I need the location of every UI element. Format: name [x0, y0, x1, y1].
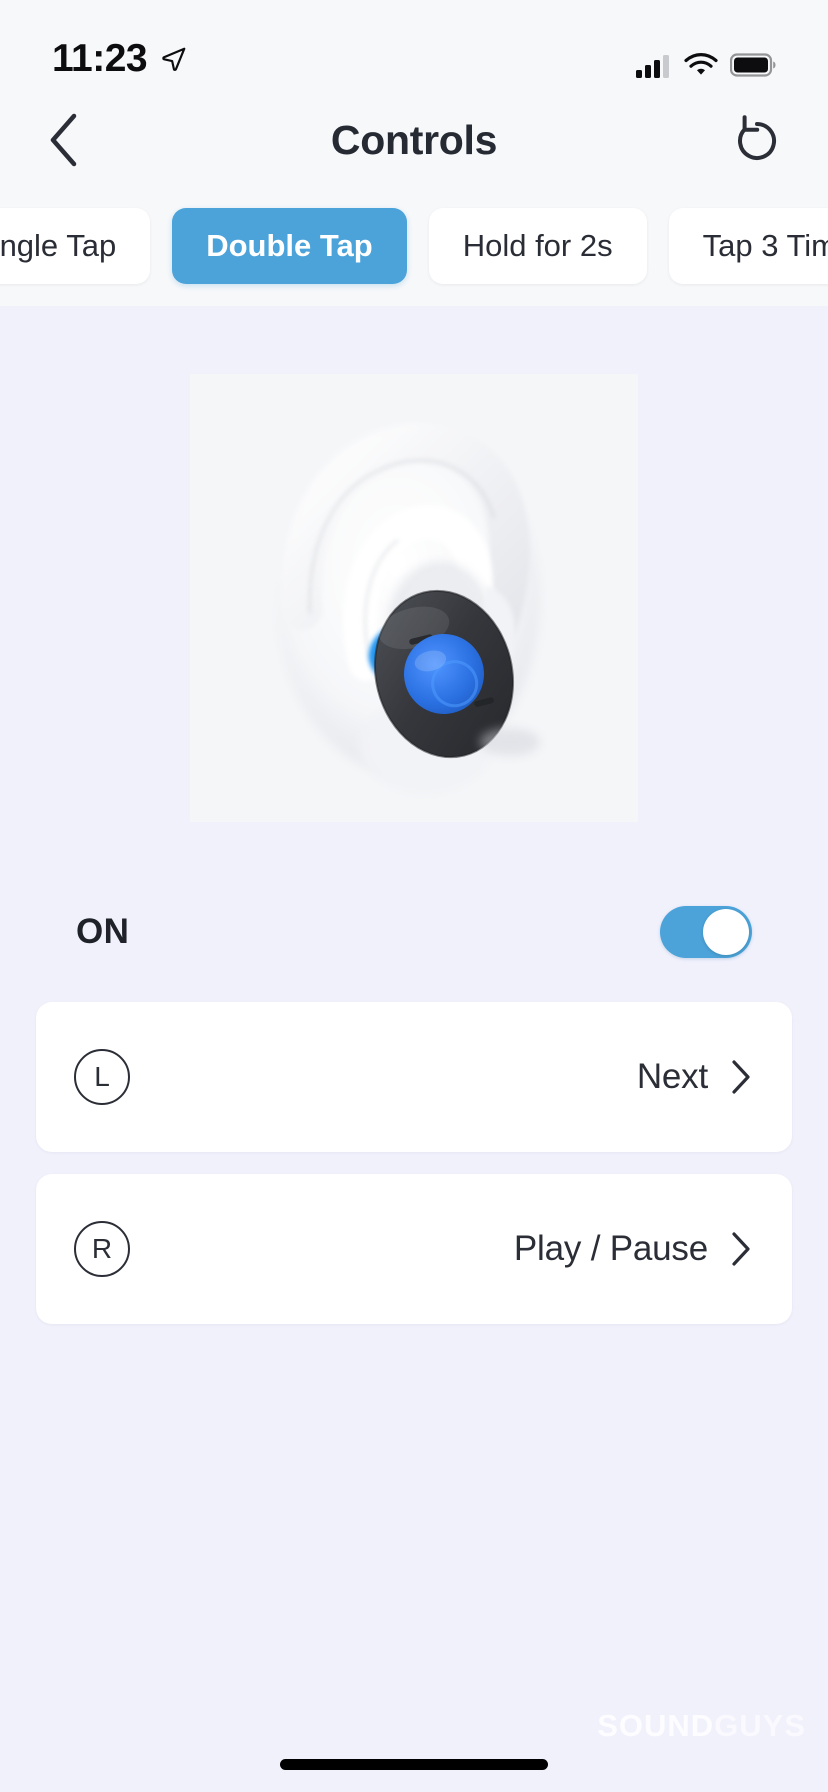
assignment-list: L Next R Play / Pause — [0, 1002, 828, 1346]
battery-full-icon — [730, 53, 776, 77]
home-indicator[interactable] — [280, 1759, 548, 1770]
assignment-row-left[interactable]: L Next — [36, 1002, 792, 1152]
gesture-tabs: Single Tap Double Tap Hold for 2s Tap 3 … — [0, 208, 828, 284]
power-toggle[interactable] — [660, 906, 752, 958]
right-earbud-badge: R — [74, 1221, 130, 1277]
left-action-value: Next — [636, 1057, 708, 1096]
navigation-header: Controls — [0, 92, 828, 188]
right-earbud-label: R — [91, 1233, 113, 1264]
tab-label: Single Tap — [0, 228, 117, 263]
left-earbud-badge: L — [74, 1049, 130, 1105]
tab-tap-3-times[interactable]: Tap 3 Times — [668, 208, 828, 284]
tab-double-tap[interactable]: Double Tap — [172, 208, 407, 284]
app-screen: 11:23 Controls ngle Tap Double Tap Hold … — [0, 0, 828, 1792]
wifi-icon — [684, 52, 718, 75]
ear-with-earbud-illustration — [190, 374, 638, 822]
location-arrow-icon — [162, 47, 186, 71]
power-label: ON — [76, 912, 130, 951]
content-area: ON L Next R Play / Pause SOUNDGUYS — [0, 306, 828, 1792]
tab-single-tap[interactable]: Single Tap — [0, 208, 151, 284]
soundguys-watermark: SOUNDGUYS — [597, 1708, 806, 1744]
tab-hold-for-2s[interactable]: Hold for 2s — [428, 208, 647, 284]
assignment-row-right[interactable]: R Play / Pause — [36, 1174, 792, 1324]
power-row: ON — [0, 906, 828, 958]
reset-counterclockwise-icon — [738, 115, 777, 160]
chevron-left-icon — [50, 113, 77, 167]
right-action-value: Play / Pause — [513, 1229, 708, 1268]
gesture-tabs-scroller[interactable]: Single Tap Double Tap Hold for 2s Tap 3 … — [0, 188, 828, 306]
chevron-right-icon — [730, 1231, 752, 1267]
tab-label: Double Tap — [206, 228, 373, 263]
back-button[interactable] — [46, 113, 100, 167]
status-bar: 11:23 — [0, 0, 828, 92]
tab-label: Hold for 2s — [462, 228, 613, 263]
watermark-bold: SOUND — [597, 1708, 715, 1743]
status-bar-right — [636, 52, 776, 78]
ear-illustration-graphic — [190, 374, 638, 822]
page-title: Controls — [330, 116, 498, 163]
tab-label: Tap 3 Times — [702, 228, 828, 263]
chevron-right-icon — [730, 1059, 752, 1095]
left-earbud-label: L — [94, 1061, 110, 1092]
watermark-dim: GUYS — [714, 1708, 806, 1743]
toggle-knob — [703, 909, 749, 955]
status-time: 11:23 — [52, 37, 148, 80]
cellular-signal-icon — [636, 55, 669, 78]
status-bar-left: 11:23 — [52, 39, 187, 78]
reset-button[interactable] — [728, 113, 782, 167]
